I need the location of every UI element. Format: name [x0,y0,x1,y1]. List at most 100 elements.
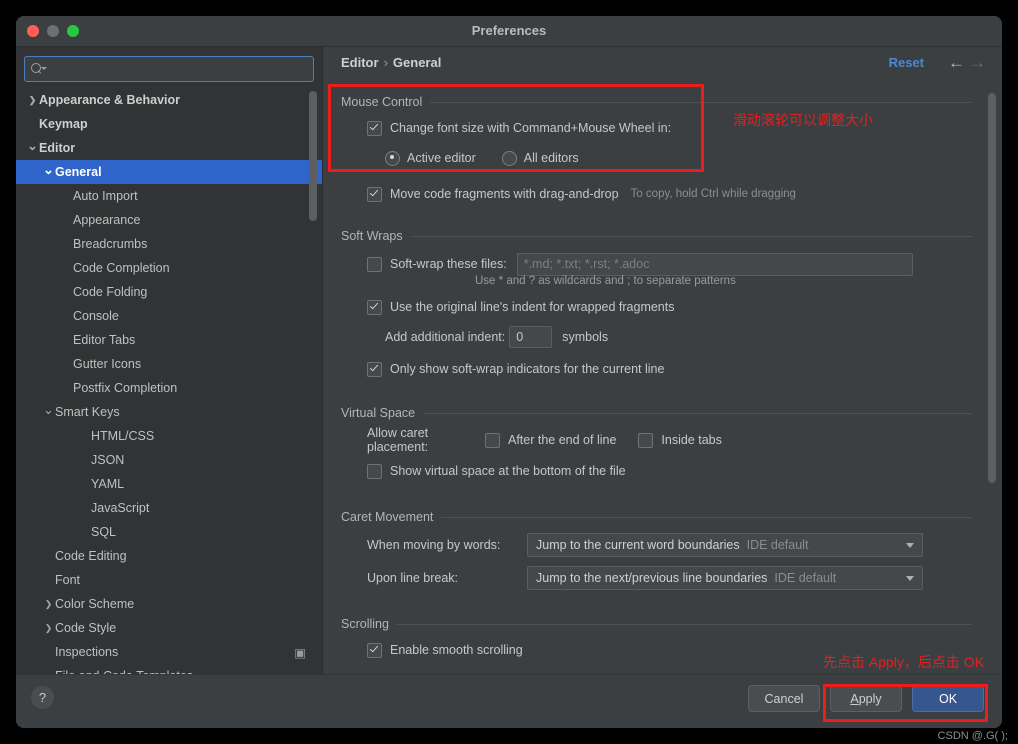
checkbox-soft-wrap-files[interactable] [367,256,382,272]
sidebar-item-label: Code Completion [73,261,170,275]
sidebar-item-label: Appearance [73,213,141,227]
label-soft-wrap-files: Soft-wrap these files: [390,257,507,271]
sidebar-item-code-folding[interactable]: Code Folding [16,280,322,304]
checkbox-enable-smooth-scrolling[interactable] [367,642,382,658]
breadcrumb-parent[interactable]: Editor [341,55,379,70]
checkbox-move-code-fragments[interactable] [367,186,382,202]
sidebar-item-inspections[interactable]: Inspections ▣ [16,640,322,664]
combo-when-moving-by-words[interactable]: Jump to the current word boundaries IDE … [527,533,923,557]
row-additional-indent: Add additional indent: symbols [341,324,972,350]
sidebar-item-code-style[interactable]: ❯ Code Style [16,616,322,640]
screenshot-root: Preferences ❯ Appearance & Behavior Keymap… [0,0,1018,744]
row-original-indent: Use the original line's indent for wrapp… [341,294,972,320]
chevron-down-icon [906,575,914,581]
sidebar-item-label: Auto Import [73,189,138,203]
checkbox-after-end-of-line[interactable] [485,432,500,448]
sidebar-item-html-css[interactable]: HTML/CSS [16,424,322,448]
additional-indent-input[interactable] [509,326,553,348]
chevron-down-icon: ⌄ [43,401,54,417]
sidebar-item-appearance-behavior[interactable]: ❯ Appearance & Behavior [16,88,322,112]
sidebar-item-javascript[interactable]: JavaScript [16,496,322,520]
group-rule [430,101,972,103]
row-editor-scope-radios: Active editor All editors [341,145,972,171]
checkbox-show-virtual-space[interactable] [367,463,382,479]
back-arrow-icon[interactable]: ← [948,54,965,71]
combo-upon-line-break[interactable]: Jump to the next/previous line boundarie… [527,566,923,590]
sidebar-item-keymap[interactable]: Keymap [16,112,322,136]
watermark-text: CSDN @.G( ); [937,730,1008,742]
annotation-mouse-wheel-note: 滑动滚轮可以调整大小 [733,112,873,128]
checkbox-inside-tabs[interactable] [638,432,654,448]
help-button[interactable]: ? [31,686,54,709]
sidebar-item-editor-tabs[interactable]: Editor Tabs [16,328,322,352]
label-symbols: symbols [562,330,609,344]
sidebar-item-label: Smart Keys [55,405,120,419]
group-caret-movement: Caret Movement [341,510,972,524]
sidebar-item-code-completion[interactable]: Code Completion [16,256,322,280]
settings-main-panel: Editor ›General Reset ← → Mouse Control [323,47,1002,695]
main-scrollbar-thumb[interactable] [988,93,996,483]
sidebar-item-yaml[interactable]: YAML [16,472,322,496]
search-box[interactable] [24,56,314,82]
sidebar-item-gutter-icons[interactable]: Gutter Icons [16,352,322,376]
sidebar-item-auto-import[interactable]: Auto Import [16,184,322,208]
group-virtual-space: Virtual Space [341,406,972,420]
sidebar-item-smart-keys[interactable]: ⌄ Smart Keys [16,400,322,424]
soft-wrap-files-input[interactable] [516,252,913,276]
group-rule [441,516,972,518]
dialog-buttons: Cancel Apply OK [748,685,984,712]
forward-arrow-icon[interactable]: → [969,54,986,71]
checkbox-only-show-indicators[interactable] [367,361,382,377]
row-only-show-indicators: Only show soft-wrap indicators for the c… [341,356,972,382]
sidebar-item-general[interactable]: ⌄ General [16,160,322,184]
sidebar-item-font[interactable]: Font [16,568,322,592]
row-soft-wrap-files: Soft-wrap these files: [341,251,972,277]
chevron-right-icon: ❯ [44,622,53,633]
sidebar-item-json[interactable]: JSON [16,448,322,472]
group-scrolling: Scrolling [341,617,972,631]
sidebar-item-color-scheme[interactable]: ❯ Color Scheme [16,592,322,616]
chevron-right-icon: ❯ [28,94,37,105]
sidebar-item-label: HTML/CSS [91,429,155,443]
ok-button[interactable]: OK [912,685,984,712]
group-title-mouse-control: Mouse Control [341,95,423,109]
sidebar-item-label: General [55,165,102,179]
breadcrumb-separator-icon: › [383,54,388,70]
row-change-font-size: Change font size with Command+Mouse Whee… [341,115,972,141]
checkbox-change-font-size[interactable] [367,120,382,136]
reset-link[interactable]: Reset [889,55,924,70]
sidebar-item-editor[interactable]: ⌄ Editor [16,136,322,160]
checkbox-original-indent[interactable] [367,299,382,315]
inspections-profile-icon: ▣ [294,645,306,660]
combo-value-upon-line-break: Jump to the next/previous line boundarie… [536,571,768,585]
sidebar-item-breadcrumbs[interactable]: Breadcrumbs [16,232,322,256]
sidebar-item-appearance[interactable]: Appearance [16,208,322,232]
sidebar-item-postfix-completion[interactable]: Postfix Completion [16,376,322,400]
sidebar-item-label: Editor [39,141,76,155]
sidebar-item-code-editing[interactable]: Code Editing [16,544,322,568]
label-active-editor: Active editor [407,151,476,165]
search-input[interactable] [49,62,307,76]
sidebar-item-label: Gutter Icons [73,357,142,371]
label-change-font-size: Change font size with Command+Mouse Whee… [390,121,672,135]
sidebar-item-label: Keymap [39,117,88,131]
group-rule [410,235,972,237]
cancel-button[interactable]: Cancel [748,685,820,712]
hint-wildcards: Use * and ? as wildcards and ; to separa… [475,275,736,287]
label-allow-caret-placement: Allow caret placement: [367,426,429,454]
radio-all-editors[interactable] [501,150,517,166]
label-when-moving-by-words: When moving by words: [367,538,501,552]
settings-sidebar: ❯ Appearance & Behavior Keymap ⌄ Editor ⌄ Gene… [16,47,323,695]
sidebar-item-label: Code Folding [73,285,148,299]
radio-active-editor[interactable] [385,150,400,166]
chevron-down-icon: ⌄ [27,137,38,153]
sidebar-item-console[interactable]: Console [16,304,322,328]
label-after-end-of-line: After the end of line [508,433,617,447]
label-upon-line-break: Upon line break: [367,571,459,585]
search-area [16,47,322,88]
combo-value-when-moving: Jump to the current word boundaries [536,538,740,552]
sidebar-item-sql[interactable]: SQL [16,520,322,544]
apply-button[interactable]: Apply [830,685,902,712]
sidebar-scrollbar-thumb[interactable] [309,91,317,221]
group-rule [423,412,972,414]
